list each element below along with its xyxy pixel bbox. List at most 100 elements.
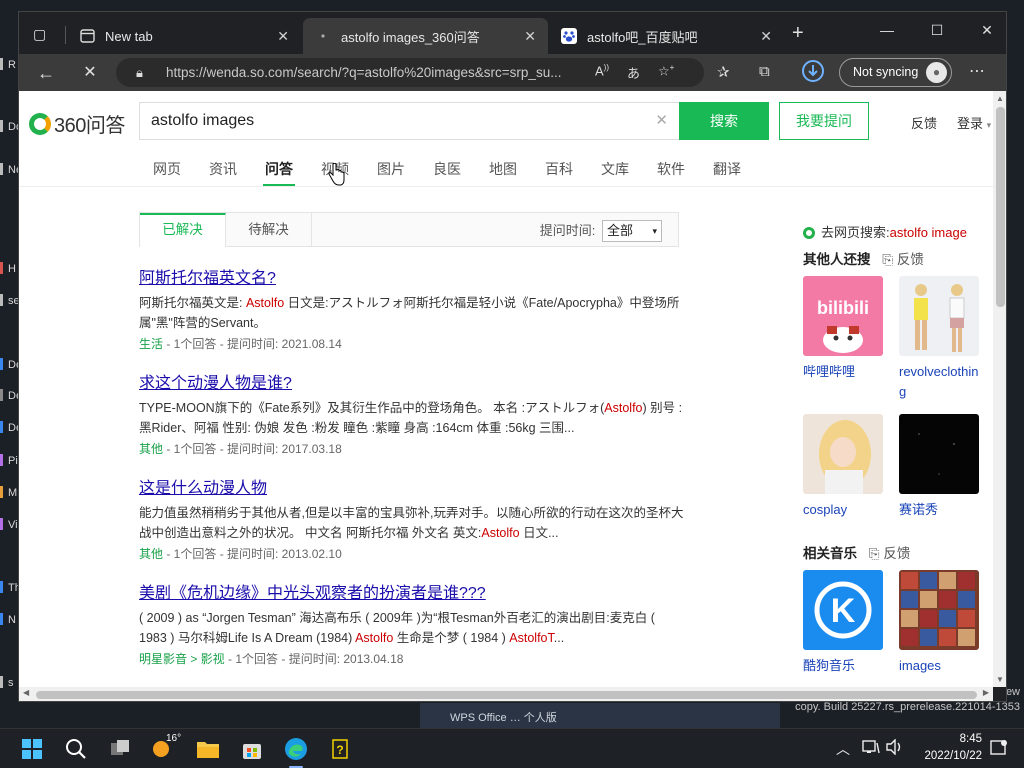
window-close-icon[interactable]: ✕ bbox=[975, 22, 999, 39]
translate-icon[interactable]: あ bbox=[627, 63, 640, 82]
tab-new-tab[interactable]: New tab ✕ bbox=[67, 18, 301, 54]
minimize-icon[interactable]: — bbox=[875, 22, 899, 38]
thumb-label[interactable]: 哔哩哔哩 bbox=[803, 362, 893, 382]
thumb-bilibili[interactable]: bilibili bbox=[803, 276, 883, 356]
nav-tab[interactable]: 问答 bbox=[263, 159, 295, 186]
search-input[interactable]: astolfo images ✕ bbox=[139, 102, 680, 140]
result-category-link[interactable]: 生活 bbox=[139, 337, 163, 351]
thumb-cosplay[interactable] bbox=[803, 414, 883, 494]
maximize-icon[interactable]: ☐ bbox=[925, 22, 949, 39]
downloads-icon[interactable] bbox=[801, 59, 825, 87]
feedback-link[interactable]: 反馈 bbox=[911, 113, 937, 132]
tab-actions-icon[interactable]: ▢ bbox=[33, 26, 46, 43]
nav-tab[interactable]: 资讯 bbox=[209, 159, 237, 179]
site-logo[interactable]: 360问答 bbox=[29, 109, 125, 138]
result-title-link[interactable]: 求这个动漫人物是谁? bbox=[139, 369, 684, 393]
stop-loading-icon[interactable]: ✕ bbox=[77, 60, 103, 86]
nav-tab[interactable]: 软件 bbox=[657, 159, 685, 179]
desktop-list-item[interactable]: H bbox=[0, 262, 16, 275]
notification-center-icon[interactable] bbox=[990, 739, 1008, 760]
result-category-link[interactable]: 明星影音 > 影视 bbox=[139, 652, 225, 666]
result-snippet: 阿斯托尔福英文是: Astolfo 日文是:アストルフォ阿斯托尔福是轻小说《Fa… bbox=[139, 296, 680, 330]
nav-tab[interactable]: 图片 bbox=[377, 159, 405, 179]
horizontal-scrollbar[interactable]: ◀ ▶ bbox=[19, 687, 993, 701]
tab-baidu-tieba[interactable]: astolfo吧_百度贴吧 ✕ bbox=[549, 18, 784, 54]
tab-solved[interactable]: 已解决 bbox=[140, 213, 226, 247]
tips-icon[interactable]: ? bbox=[326, 735, 354, 763]
store-icon[interactable] bbox=[238, 735, 266, 763]
vertical-scrollbar[interactable]: ▲ ▼ bbox=[993, 91, 1006, 687]
task-view-icon[interactable] bbox=[106, 735, 134, 763]
tab-pending[interactable]: 待解决 bbox=[226, 213, 312, 247]
close-tab-icon[interactable]: ✕ bbox=[277, 28, 289, 45]
url-actions: A)) あ ☆+ bbox=[595, 63, 674, 82]
desktop-list-item[interactable]: N bbox=[0, 613, 16, 626]
search-button[interactable]: 搜索 bbox=[679, 102, 769, 140]
thumb-dark[interactable] bbox=[899, 414, 979, 494]
new-tab-icon bbox=[79, 28, 95, 44]
login-link[interactable]: 登录 ▾ bbox=[957, 113, 991, 132]
thumb-album[interactable] bbox=[899, 570, 979, 650]
web-search-link[interactable]: 去网页搜索:astolfo image bbox=[803, 222, 993, 241]
favorites-icon[interactable]: ✰ bbox=[717, 63, 730, 81]
start-windows-icon[interactable] bbox=[18, 735, 46, 763]
network-icon[interactable] bbox=[862, 739, 880, 758]
tab-360-search[interactable]: astolfo images_360问答 ✕ bbox=[303, 18, 548, 54]
nav-tab[interactable]: 地图 bbox=[489, 159, 517, 179]
nav-tab[interactable]: 百科 bbox=[545, 159, 573, 179]
volume-icon[interactable] bbox=[886, 738, 904, 758]
result-category-link[interactable]: 其他 bbox=[139, 442, 163, 456]
thumb-kugou[interactable]: K bbox=[803, 570, 883, 650]
result-title-link[interactable]: 这是什么动漫人物 bbox=[139, 474, 684, 498]
desktop-list-item[interactable]: R bbox=[0, 58, 16, 71]
thumb-label[interactable]: 酷狗音乐 bbox=[803, 656, 893, 676]
edge-icon[interactable] bbox=[282, 735, 310, 763]
feedback-link[interactable]: ⎘ 反馈 bbox=[869, 546, 911, 561]
search-icon[interactable] bbox=[62, 735, 90, 763]
result-category-link[interactable]: 其他 bbox=[139, 547, 163, 561]
ask-question-button[interactable]: 我要提问 bbox=[779, 102, 869, 140]
nav-tab[interactable]: 良医 bbox=[433, 159, 461, 179]
sync-label: Not syncing bbox=[853, 65, 919, 79]
profile-sync-button[interactable]: Not syncing ● bbox=[839, 58, 952, 87]
nav-tab[interactable]: 网页 bbox=[153, 159, 181, 179]
desktop-list-item[interactable]: M bbox=[0, 486, 17, 499]
weather-temp: 16° bbox=[166, 733, 182, 744]
desktop-item-marker bbox=[0, 262, 3, 274]
desktop-item-marker bbox=[0, 389, 3, 401]
weather-widget[interactable]: 16° bbox=[150, 733, 190, 763]
nav-tab[interactable]: 文库 bbox=[601, 159, 629, 179]
file-explorer-icon[interactable] bbox=[194, 735, 222, 763]
clear-search-icon[interactable]: ✕ bbox=[655, 103, 668, 139]
lock-icon: 🔒︎ bbox=[136, 65, 143, 80]
system-clock[interactable]: 8:45 2022/10/22 bbox=[916, 731, 982, 765]
loading-icon bbox=[315, 28, 331, 44]
time-filter-select[interactable]: 全部 ▾ bbox=[602, 220, 662, 242]
collections-icon[interactable]: ⧉ bbox=[759, 63, 770, 80]
thumb-revolveclothing[interactable] bbox=[899, 276, 979, 356]
desktop-list-item[interactable]: Pi bbox=[0, 454, 18, 467]
close-tab-icon[interactable]: ✕ bbox=[524, 28, 536, 45]
feedback-link[interactable]: ⎘ 反馈 bbox=[882, 252, 924, 267]
thumb-label[interactable]: 赛诺秀 bbox=[899, 500, 989, 520]
category-tabs: 网页资讯问答视频图片良医地图百科文库软件翻译 bbox=[19, 149, 993, 187]
nav-tab[interactable]: 翻译 bbox=[713, 159, 741, 179]
thumb-label[interactable]: revolveclothing bbox=[899, 362, 981, 402]
new-tab-plus-icon[interactable]: + bbox=[792, 22, 804, 45]
read-aloud-icon[interactable]: A)) bbox=[595, 63, 609, 82]
tab-label: New tab bbox=[105, 28, 153, 44]
more-menu-icon[interactable]: ⋯ bbox=[969, 61, 985, 81]
result-meta: 其他 - 1个回答 - 提问时间: 2013.02.10 bbox=[139, 547, 342, 561]
thumb-label[interactable]: images bbox=[899, 656, 989, 676]
show-hidden-icons-icon[interactable]: ︿ bbox=[836, 739, 850, 759]
close-tab-icon[interactable]: ✕ bbox=[760, 28, 772, 45]
desktop-list-item[interactable]: s bbox=[0, 676, 14, 689]
result-title-link[interactable]: 美剧《危机边缘》中光头观察者的扮演者是谁??? bbox=[139, 579, 684, 603]
back-arrow-icon[interactable]: ← bbox=[33, 60, 59, 86]
desktop-list-item[interactable]: Vi bbox=[0, 518, 18, 531]
thumb-label[interactable]: cosplay bbox=[803, 500, 893, 520]
desktop-item-marker bbox=[0, 486, 3, 498]
result-title-link[interactable]: 阿斯托尔福英文名? bbox=[139, 264, 684, 288]
add-favorite-icon[interactable]: ☆+ bbox=[658, 63, 674, 82]
desktop-list-item[interactable]: se bbox=[0, 294, 20, 307]
